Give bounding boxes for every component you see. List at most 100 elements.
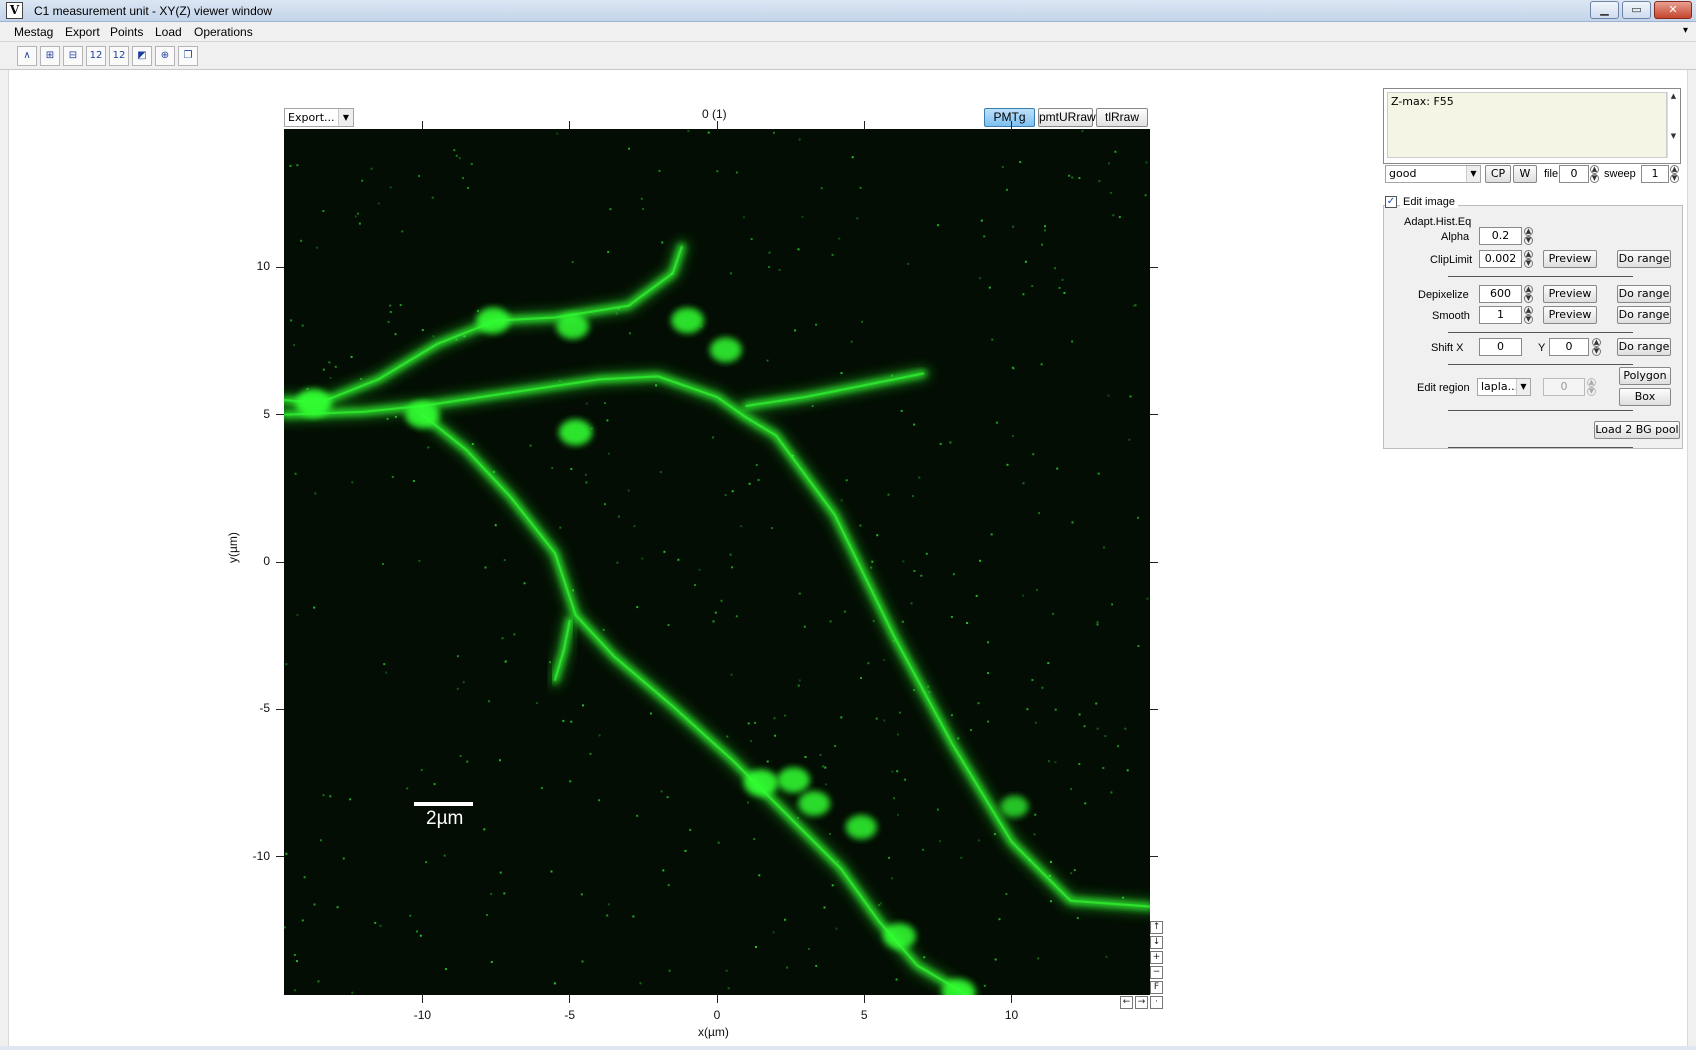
noise-pixel <box>296 960 298 963</box>
noise-pixel <box>641 557 644 560</box>
cliplimit-do-range-button[interactable]: Do range <box>1617 250 1671 268</box>
noise-pixel <box>296 613 299 616</box>
shift-x-field[interactable]: 0 <box>1479 338 1522 356</box>
smooth-do-range-button[interactable]: Do range <box>1617 306 1671 324</box>
noise-pixel <box>284 926 286 929</box>
noise-pixel <box>633 525 636 528</box>
menu-corner-icon[interactable]: ▾ <box>1683 25 1688 36</box>
pan-up-button[interactable]: ↑ <box>1150 921 1163 934</box>
sweep-field[interactable]: 1 <box>1641 165 1669 183</box>
smooth-stepper[interactable]: ▲ ▼ <box>1524 306 1533 324</box>
noise-pixel <box>1071 176 1074 179</box>
crosshair-icon[interactable]: ⊕ <box>155 46 175 66</box>
vertical-select-icon[interactable]: ⊟ <box>63 46 83 66</box>
left-border <box>0 70 9 1050</box>
y-tick-label: -5 <box>259 701 270 716</box>
pan-left-button[interactable]: ← <box>1120 996 1133 1009</box>
depixelize-preview-button[interactable]: Preview <box>1543 285 1597 303</box>
noise-pixel <box>772 131 775 134</box>
zoom-out-button[interactable]: − <box>1150 966 1163 979</box>
menu-points[interactable]: Points <box>110 25 143 39</box>
shift-y-field[interactable]: 0 <box>1549 338 1589 356</box>
menu-operations[interactable]: Operations <box>194 25 253 39</box>
image-plot[interactable] <box>284 129 1150 995</box>
noise-pixel <box>1012 225 1014 228</box>
alpha-field[interactable]: 0.2 <box>1479 227 1522 245</box>
w-button[interactable]: W <box>1513 165 1537 183</box>
y-tick-mark <box>1150 708 1158 710</box>
channel-tlrraw-button[interactable]: tlRraw <box>1096 108 1148 127</box>
x-tick-mark <box>421 995 423 1003</box>
menu-export[interactable]: Export <box>65 25 100 39</box>
noise-pixel <box>382 563 384 565</box>
noise-pixel <box>1071 521 1074 524</box>
shift-y-stepper[interactable]: ▲ ▼ <box>1592 338 1601 356</box>
bright-spot <box>709 337 742 363</box>
noise-pixel <box>300 239 303 242</box>
x-axis-label: x(µm) <box>698 1025 729 1039</box>
noise-pixel <box>994 958 997 961</box>
channel-pmturraw-button[interactable]: pmtURraw <box>1038 108 1096 127</box>
cp-button[interactable]: CP <box>1485 165 1511 183</box>
file-stepper[interactable]: ▲ ▼ <box>1590 165 1599 183</box>
copy-icon[interactable]: ❐ <box>178 46 198 66</box>
noise-pixel <box>717 841 720 844</box>
alpha-stepper[interactable]: ▲ ▼ <box>1524 227 1533 245</box>
status-select[interactable]: good ▼ <box>1385 165 1481 183</box>
depixelize-stepper[interactable]: ▲ ▼ <box>1524 285 1533 303</box>
cliplimit-stepper[interactable]: ▲ ▼ <box>1524 250 1533 268</box>
number-format-icon[interactable]: 12 <box>109 46 129 66</box>
noise-pixel <box>875 717 878 720</box>
noise-pixel <box>660 790 663 793</box>
close-button[interactable]: ✕ <box>1654 1 1692 19</box>
noise-pixel <box>289 164 292 167</box>
edit-region-select[interactable]: lapla... ▼ <box>1477 378 1531 396</box>
polygon-button[interactable]: Polygon <box>1619 367 1671 385</box>
noise-pixel <box>1108 162 1111 165</box>
fit-button[interactable]: F <box>1150 981 1163 994</box>
box-select-icon[interactable]: ⊞ <box>40 46 60 66</box>
maximize-button[interactable]: ▭ <box>1622 1 1651 19</box>
noise-pixel <box>750 238 753 241</box>
edit-image-checkbox[interactable]: ✓ <box>1385 196 1397 208</box>
number-range-icon[interactable]: 12 <box>86 46 106 66</box>
noise-pixel <box>747 722 750 725</box>
menu-mestag[interactable]: Mestag <box>14 25 53 39</box>
sweep-stepper[interactable]: ▲ ▼ <box>1670 165 1679 183</box>
file-field[interactable]: 0 <box>1559 165 1589 183</box>
pan-right-button[interactable]: → <box>1135 996 1148 1009</box>
depixelize-do-range-button[interactable]: Do range <box>1617 285 1671 303</box>
load-bg-pool-button[interactable]: Load 2 BG pool <box>1594 421 1680 439</box>
export-select[interactable]: Export... ▼ <box>284 108 354 127</box>
curve-tool-icon[interactable]: ∧ <box>17 46 37 66</box>
reset-view-button[interactable]: · <box>1150 996 1163 1009</box>
noise-pixel <box>840 372 843 375</box>
noise-pixel <box>1096 621 1099 624</box>
y-tick-mark <box>1150 561 1158 563</box>
noise-pixel <box>829 832 832 835</box>
noise-pixel <box>1078 713 1081 716</box>
box-button[interactable]: Box <box>1619 388 1671 406</box>
cliplimit-preview-button[interactable]: Preview <box>1543 250 1597 268</box>
chart-edit-icon[interactable]: ◩ <box>132 46 152 66</box>
smooth-field[interactable]: 1 <box>1479 306 1522 324</box>
noise-pixel <box>349 798 352 801</box>
channel-pmtg-button[interactable]: PMTg <box>984 108 1035 127</box>
info-scrollbar[interactable]: ▲ ▼ <box>1667 92 1679 158</box>
shift-do-range-button[interactable]: Do range <box>1617 338 1671 356</box>
info-text-area[interactable]: Z-max: F55 <box>1387 92 1667 158</box>
pan-down-button[interactable]: ↓ <box>1150 936 1163 949</box>
shift-y-label: Y <box>1538 342 1546 354</box>
noise-pixel <box>585 402 588 405</box>
noise-pixel <box>580 893 583 896</box>
cliplimit-field[interactable]: 0.002 <box>1479 250 1522 268</box>
depixelize-field[interactable]: 600 <box>1479 285 1522 303</box>
noise-pixel <box>1063 291 1066 294</box>
noise-pixel <box>939 442 942 445</box>
divider <box>1448 447 1633 448</box>
smooth-preview-button[interactable]: Preview <box>1543 306 1597 324</box>
menu-load[interactable]: Load <box>155 25 182 39</box>
zoom-in-button[interactable]: + <box>1150 951 1163 964</box>
noise-pixel <box>666 796 669 799</box>
minimize-button[interactable]: ▁ <box>1590 1 1619 19</box>
